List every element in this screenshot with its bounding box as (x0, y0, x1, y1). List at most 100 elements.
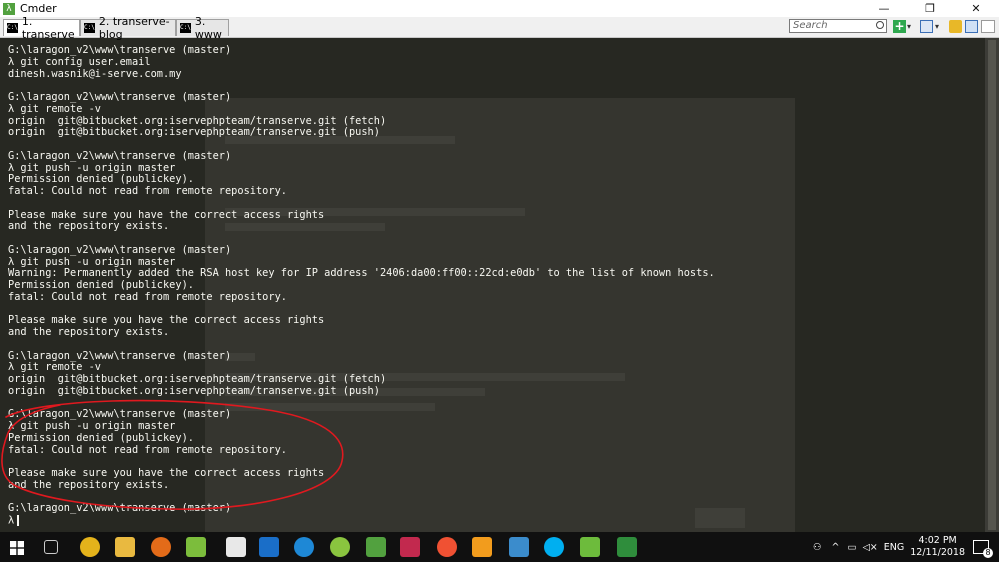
terminal-command-line: λ (8, 515, 715, 527)
search-placeholder: Search (793, 20, 828, 31)
line-text: λ (8, 514, 15, 527)
file-explorer-icon[interactable] (115, 537, 135, 557)
prompt-path: G:\laragon_v2\www\transerve (8, 502, 176, 515)
terminal-output-line: and the repository exists. (8, 326, 715, 339)
split-view-icon[interactable] (965, 20, 978, 33)
windows-start-icon[interactable] (10, 540, 24, 555)
line-text: origin git@bitbucket.org:iservephpteam/t… (8, 373, 387, 385)
network-icon[interactable]: ▭ (847, 542, 856, 553)
chevron-down-icon[interactable]: ▾ (907, 20, 915, 33)
line-text: origin git@bitbucket.org:iservephpteam/t… (8, 384, 380, 397)
terminal-output-line: fatal: Could not read from remote reposi… (8, 185, 715, 198)
line-text: fatal: Could not read from remote reposi… (8, 185, 287, 197)
new-console-icon[interactable]: + (893, 20, 906, 33)
terminal-output-line: fatal: Could not read from remote reposi… (8, 291, 715, 304)
prompt-path: G:\laragon_v2\www\transerve (8, 349, 176, 362)
windows-taskbar: ⚇ ^ ▭ ◁× ENG 4:02 PM 12/11/2018 8 (0, 532, 999, 562)
line-text: Please make sure you have the correct ac… (8, 467, 325, 479)
terminal-prompt-line: G:\laragon_v2\www\transerve (master) (8, 91, 715, 104)
minimize-button[interactable]: — (861, 0, 907, 17)
system-tray: ⚇ ^ ▭ ◁× ENG 4:02 PM 12/11/2018 8 (813, 532, 999, 562)
clock-date: 12/11/2018 (910, 547, 965, 558)
scrollbar-thumb[interactable] (988, 40, 996, 530)
terminal-console[interactable]: G:\laragon_v2\www\transerve (master) λ gi… (0, 38, 985, 538)
console-icon: C:\ (84, 23, 95, 33)
close-button[interactable]: ✕ (953, 0, 999, 17)
prompt-branch: (master) (175, 91, 232, 103)
layout-icon[interactable] (920, 20, 933, 33)
hs-app-icon[interactable] (330, 537, 350, 557)
terminal-output-line: and the repository exists. (8, 478, 715, 492)
clock[interactable]: 4:02 PM 12/11/2018 (910, 535, 965, 559)
line-text: λ git remote -v (8, 102, 101, 115)
document-icon[interactable] (226, 537, 246, 557)
prompt-path: G:\laragon_v2\www\transerve (8, 44, 176, 56)
prompt-branch: (master) (175, 349, 232, 362)
terminal-output-line: and the repository exists. (8, 220, 715, 233)
line-text: λ git push -u origin master (8, 161, 176, 174)
language-indicator[interactable]: ENG (884, 542, 904, 553)
chevron-down-icon[interactable]: ▾ (935, 20, 943, 33)
prompt-path: G:\laragon_v2\www\transerve (8, 408, 176, 421)
sublime-text-icon[interactable] (472, 537, 492, 557)
line-text: origin git@bitbucket.org:iservephpteam/t… (8, 126, 380, 139)
prompt-path: G:\laragon_v2\www\transerve (8, 243, 176, 256)
edge-icon[interactable] (294, 537, 314, 557)
flag-app-icon[interactable] (400, 537, 420, 557)
console-icon: C:\ (7, 23, 18, 33)
terminal-prompt-line: G:\laragon_v2\www\transerve (master) (8, 502, 715, 515)
prompt-branch: (master) (175, 44, 232, 56)
search-input[interactable]: Search (789, 19, 887, 33)
line-text: Warning: Permanently added the RSA host … (8, 267, 715, 280)
terminal-scrollbar[interactable] (985, 38, 999, 532)
line-text: Permission denied (publickey). (8, 173, 194, 186)
line-text: and the repository exists. (8, 478, 170, 491)
terminal-output-line: dinesh.wasnik@i-serve.com.my (8, 67, 715, 81)
tab-3-www[interactable]: C:\ 3. www (176, 15, 229, 41)
restore-button[interactable]: ❐ (907, 0, 953, 17)
terminal-output: G:\laragon_v2\www\transerve (master) λ gi… (8, 44, 715, 527)
project-app-icon[interactable] (617, 537, 637, 557)
line-text: fatal: Could not read from remote reposi… (8, 443, 287, 456)
prompt-branch: (master) (175, 149, 232, 162)
line-text: and the repository exists. (8, 326, 170, 338)
line-text: Please make sure you have the correct ac… (8, 208, 325, 221)
tab-1-transerve[interactable]: C:\ 1. transerve (3, 15, 80, 41)
line-text: Permission denied (publickey). (8, 279, 194, 291)
notification-count-badge: 8 (983, 548, 993, 558)
line-text: λ git push -u origin master (8, 255, 176, 268)
menu-icon[interactable] (981, 20, 995, 33)
terminal-prompt-line: G:\laragon_v2\www\transerve (master) (8, 349, 715, 363)
search-icon[interactable] (876, 21, 884, 29)
notepad-plus-plus-icon[interactable] (186, 537, 206, 557)
git-gui-icon[interactable] (437, 537, 457, 557)
outlook-icon[interactable] (259, 537, 279, 557)
terminal-cursor (17, 515, 20, 526)
prompt-branch: (master) (175, 243, 232, 256)
cmder-icon[interactable] (366, 537, 386, 557)
terminal-output-line: origin git@bitbucket.org:iservephpteam/t… (8, 384, 715, 398)
notepad-green-icon[interactable] (580, 537, 600, 557)
skype-icon[interactable] (544, 537, 564, 557)
clock-time: 4:02 PM (918, 535, 957, 546)
firefox-icon[interactable] (151, 537, 171, 557)
line-text: λ git push -u origin master (8, 420, 176, 432)
terminal-output-line: fatal: Could not read from remote reposi… (8, 443, 715, 457)
people-icon[interactable]: ⚇ (813, 542, 822, 553)
chrome-icon[interactable] (80, 537, 100, 557)
line-text: dinesh.wasnik@i-serve.com.my (8, 67, 182, 80)
line-text: and the repository exists. (8, 220, 170, 233)
lock-icon[interactable] (949, 20, 962, 33)
notification-center-icon[interactable]: 8 (973, 540, 993, 558)
network-app-icon[interactable] (509, 537, 529, 557)
line-text: λ git config user.email (8, 55, 151, 68)
volume-icon[interactable]: ◁× (862, 542, 877, 553)
tab-2-transerve-blog[interactable]: C:\ 2. transerve-blog (80, 15, 176, 41)
prompt-branch: (master) (175, 502, 232, 515)
prompt-branch: (master) (175, 408, 232, 421)
line-text: λ git remote -v (8, 361, 101, 374)
console-icon: C:\ (180, 23, 191, 33)
task-view-icon[interactable] (44, 540, 58, 554)
chevron-up-icon[interactable]: ^ (832, 542, 840, 553)
prompt-path: G:\laragon_v2\www\transerve (8, 91, 176, 103)
